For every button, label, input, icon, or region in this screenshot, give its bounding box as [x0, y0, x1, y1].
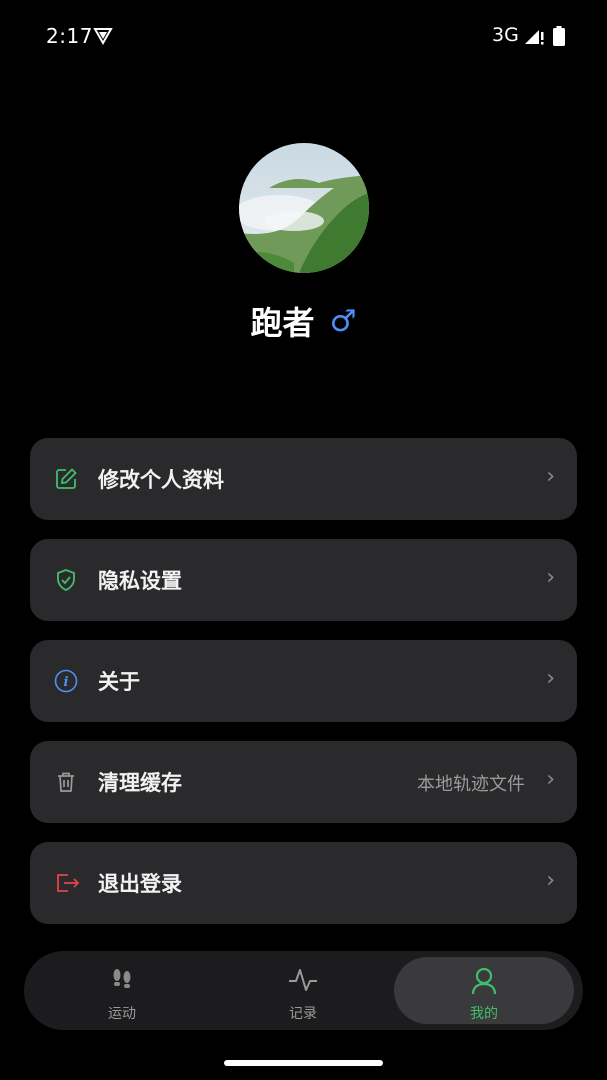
signal-icon: [523, 26, 545, 50]
status-bar: 2:17 3G: [0, 0, 607, 72]
cache-sublabel: 本地轨迹文件: [417, 774, 525, 795]
status-time: 2:17: [46, 24, 93, 48]
menu-item-clear-cache[interactable]: 清理缓存 本地轨迹文件 ›: [30, 741, 577, 823]
menu-label: 修改个人资料: [98, 468, 224, 492]
tab-label: 运动: [108, 1006, 136, 1022]
tab-me[interactable]: 我的: [394, 957, 574, 1024]
tab-records[interactable]: 记录: [213, 957, 393, 1024]
edit-icon: [54, 467, 78, 491]
chevron-right-icon: ›: [546, 666, 555, 691]
chevron-right-icon: ›: [546, 868, 555, 893]
network-type: 3G: [492, 24, 519, 46]
gender-male-icon: ♂: [329, 303, 357, 339]
chevron-right-icon: ›: [546, 464, 555, 489]
menu-label: 清理缓存: [98, 771, 182, 795]
info-icon: i: [54, 669, 78, 693]
footprints-icon: [109, 967, 135, 997]
logout-icon: [54, 871, 80, 895]
svg-text:i: i: [64, 675, 69, 690]
chevron-right-icon: ›: [546, 767, 555, 792]
menu-label: 关于: [98, 670, 140, 694]
tab-label: 记录: [289, 1006, 317, 1022]
tab-label: 我的: [470, 1006, 498, 1022]
menu-item-about[interactable]: i 关于 ›: [30, 640, 577, 722]
trash-icon: [54, 770, 78, 794]
menu-item-privacy[interactable]: 隐私设置 ›: [30, 539, 577, 621]
home-indicator[interactable]: [224, 1060, 383, 1066]
menu-label: 退出登录: [98, 872, 182, 896]
profile-header: 跑者 ♂: [0, 298, 607, 348]
menu-label: 隐私设置: [98, 569, 182, 593]
bottom-nav: 运动 记录 我的: [24, 951, 583, 1030]
chevron-right-icon: ›: [546, 565, 555, 590]
avatar[interactable]: [239, 143, 369, 273]
tab-sport[interactable]: 运动: [32, 957, 212, 1024]
battery-icon: [553, 26, 565, 50]
shield-check-icon: [54, 568, 78, 592]
menu-item-edit-profile[interactable]: 修改个人资料 ›: [30, 438, 577, 520]
user-icon: [471, 967, 497, 999]
vpn-icon: [93, 27, 113, 49]
username: 跑者: [250, 304, 315, 342]
menu-item-logout[interactable]: 退出登录 ›: [30, 842, 577, 924]
activity-icon: [288, 967, 318, 997]
